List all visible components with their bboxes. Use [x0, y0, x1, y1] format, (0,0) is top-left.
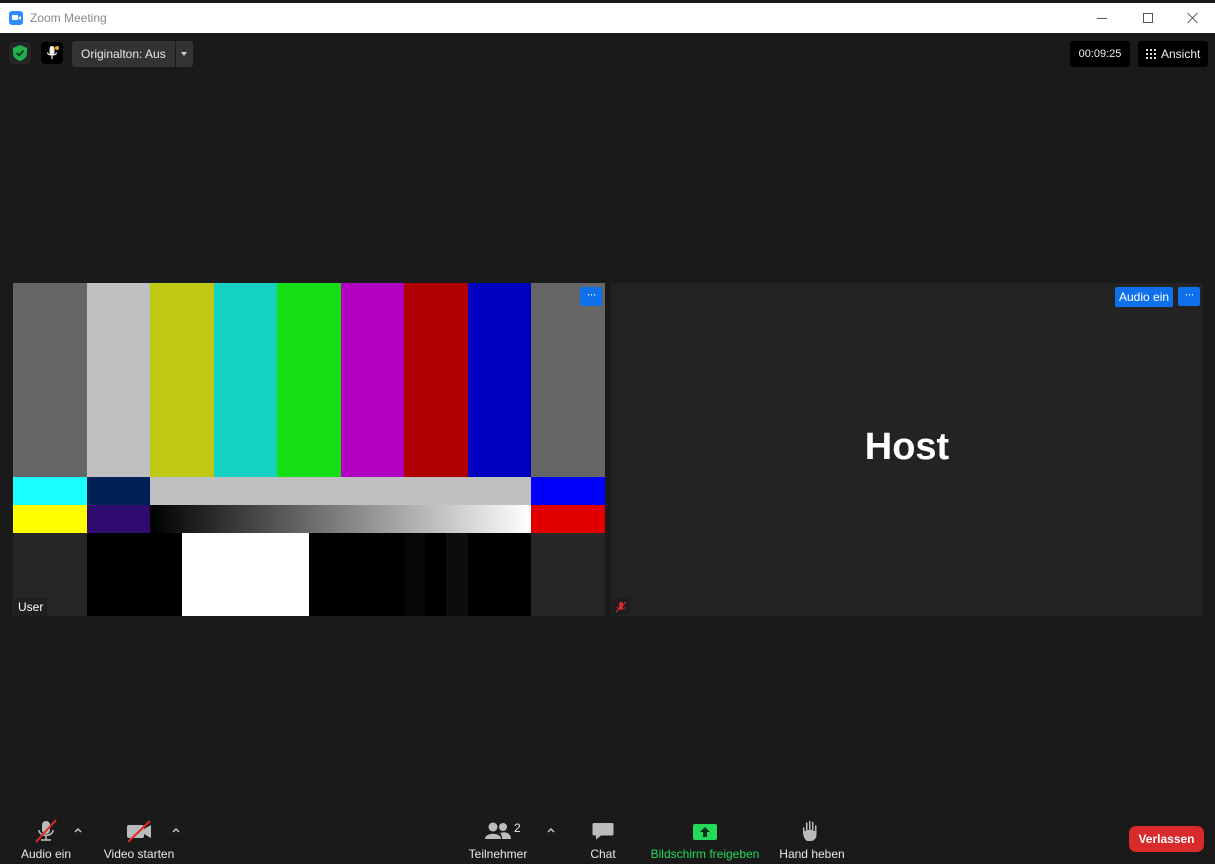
color-bar [531, 477, 605, 505]
grid-icon [1146, 49, 1156, 59]
audio-button[interactable]: Audio ein [18, 816, 74, 864]
view-label: Ansicht [1161, 47, 1201, 61]
share-screen-label: Bildschirm freigeben [650, 847, 760, 861]
color-bar [214, 283, 277, 477]
zoom-app-icon [9, 11, 23, 25]
chat-button[interactable]: Chat [585, 816, 621, 864]
maximize-icon [1143, 13, 1153, 23]
muted-mic-badge [612, 598, 630, 615]
color-bar [150, 477, 531, 505]
original-sound-dropdown[interactable] [175, 41, 193, 67]
color-bar [468, 533, 531, 616]
color-bar [277, 283, 341, 477]
raise-hand-label: Hand heben [779, 847, 845, 861]
mic-muted-icon [615, 601, 627, 612]
color-bar [309, 533, 404, 616]
test-pattern-video [13, 283, 605, 616]
encryption-shield-button[interactable] [9, 42, 31, 64]
color-bar [87, 477, 150, 505]
leave-button[interactable]: Verlassen [1129, 826, 1204, 852]
shield-icon [13, 45, 27, 61]
participant-name-host: Host [864, 426, 950, 468]
color-bar [468, 283, 531, 477]
video-tile-user[interactable]: ··· User [13, 283, 605, 616]
participants-label: Teilnehmer [468, 847, 528, 861]
color-bar [425, 533, 446, 616]
window-title: Zoom Meeting [30, 11, 107, 25]
participants-icon [485, 822, 511, 839]
color-bar [531, 505, 605, 533]
minimize-icon [1097, 17, 1107, 19]
raise-hand-icon [803, 820, 817, 841]
maximize-button[interactable] [1125, 3, 1171, 33]
chat-icon [592, 823, 614, 840]
audio-label: Audio ein [20, 847, 72, 861]
participants-count: 2 [514, 821, 521, 835]
chat-label: Chat [590, 847, 616, 861]
color-bar [13, 283, 87, 477]
share-screen-button[interactable]: Bildschirm freigeben [648, 816, 762, 864]
color-bar [404, 533, 425, 616]
microphone-icon [46, 46, 59, 59]
view-button[interactable]: Ansicht [1138, 41, 1209, 67]
video-off-icon [127, 820, 151, 843]
color-bar [13, 477, 87, 505]
color-bar [531, 533, 605, 616]
chevron-down-icon [181, 52, 188, 56]
gradient-bar [150, 505, 531, 533]
title-bar: Zoom Meeting [0, 0, 1215, 33]
meeting-timer: 00:09:25 [1070, 41, 1130, 67]
video-options-caret[interactable] [171, 825, 181, 835]
zoom-window: Zoom Meeting Originalton: Aus 00:09:25 A… [0, 0, 1215, 864]
color-bar [531, 283, 605, 477]
video-tile-host[interactable]: Audio ein ··· Host [611, 283, 1203, 616]
color-bar [446, 533, 468, 616]
mic-status-button[interactable] [41, 42, 63, 64]
color-bar [13, 505, 87, 533]
minimize-button[interactable] [1079, 3, 1125, 33]
mic-muted-icon [35, 819, 57, 843]
video-button[interactable]: Video starten [102, 816, 176, 864]
host-audio-button[interactable]: Audio ein [1115, 287, 1174, 307]
close-icon [1187, 12, 1199, 24]
tile-more-button[interactable]: ··· [1178, 287, 1200, 306]
color-bar [87, 533, 182, 616]
participant-name-user: User [14, 598, 48, 616]
color-bar [150, 283, 214, 477]
original-sound-button[interactable]: Originalton: Aus [72, 41, 175, 67]
participants-options-caret[interactable] [546, 825, 556, 835]
share-screen-icon [693, 824, 717, 840]
color-bar [341, 283, 404, 477]
audio-options-caret[interactable] [73, 825, 83, 835]
color-bar [87, 283, 150, 477]
close-button[interactable] [1170, 3, 1215, 33]
original-sound-control: Originalton: Aus [72, 41, 193, 67]
color-bar [182, 533, 309, 616]
raise-hand-button[interactable]: Hand heben [777, 816, 847, 864]
color-bar [87, 505, 150, 533]
color-bar [404, 283, 468, 477]
tile-more-button[interactable]: ··· [580, 287, 602, 306]
video-label: Video starten [103, 847, 175, 861]
